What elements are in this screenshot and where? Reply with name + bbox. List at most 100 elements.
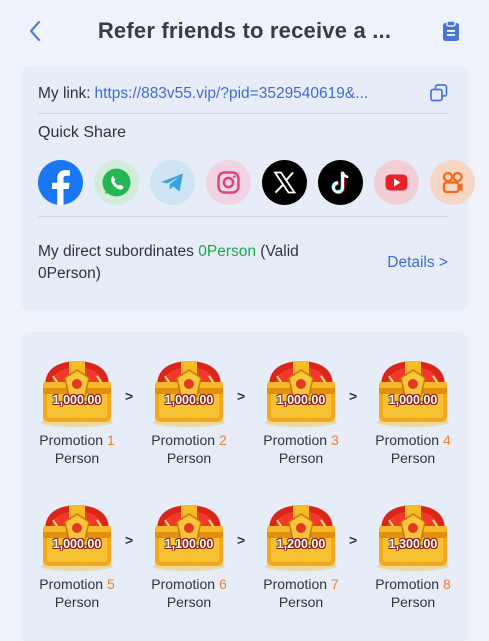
treasure-chest: 1,300.00 — [371, 500, 455, 572]
clipboard-icon — [443, 20, 459, 41]
reward-amount: 1,300.00 — [388, 537, 438, 551]
promotion-unit: Person — [166, 594, 212, 610]
promotion-text: Promotion — [151, 432, 216, 448]
promotion-rewards-card: 1,000.00 Promotion 1 Person 1,000.00 Pro… — [21, 332, 468, 641]
promotion-number: 3 — [330, 432, 339, 448]
treasure-chest: 1,100.00 — [147, 500, 231, 572]
reward-amount: 1,200.00 — [276, 537, 326, 551]
promotion-unit: Person — [390, 594, 436, 610]
promotion-unit: Person — [54, 450, 100, 466]
reward-amount: 1,100.00 — [164, 537, 214, 551]
promotion-item: 1,000.00 Promotion 1 Person — [27, 356, 127, 467]
reward-amount: 1,000.00 — [388, 393, 438, 407]
promotion-item: 1,000.00 Promotion 5 Person — [27, 500, 127, 611]
promotion-unit: Person — [54, 594, 100, 610]
promotion-text: Promotion — [151, 576, 216, 592]
promotion-item: 1,000.00 Promotion 4 Person — [363, 356, 463, 467]
treasure-chest-icon — [377, 505, 449, 571]
reward-amount: 1,000.00 — [276, 393, 326, 407]
next-arrow: > — [125, 388, 134, 404]
next-arrow: > — [237, 532, 246, 548]
subordinates-row: My direct subordinates 0Person (Valid 0P… — [38, 241, 448, 289]
x-icon[interactable] — [262, 160, 307, 205]
promotion-number: 7 — [330, 576, 339, 592]
youtube-icon[interactable] — [374, 160, 419, 205]
promotion-unit: Person — [390, 450, 436, 466]
next-arrow: > — [349, 532, 358, 548]
page-title: Refer friends to receive a ... — [97, 18, 392, 43]
promotion-number: 8 — [442, 576, 451, 592]
promotion-label: Promotion 7 Person — [251, 575, 351, 611]
promotion-label: Promotion 2 Person — [139, 431, 239, 467]
quick-share-title: Quick Share — [38, 124, 127, 141]
promotion-unit: Person — [278, 594, 324, 610]
subordinates-count: 0Person — [198, 243, 256, 260]
whatsapp-icon[interactable] — [94, 160, 139, 205]
promotion-text: Promotion — [263, 576, 328, 592]
treasure-chest: 1,000.00 — [35, 500, 119, 572]
promotion-item: 1,000.00 Promotion 2 Person — [139, 356, 239, 467]
next-arrow: > — [349, 388, 358, 404]
subordinates-label: My direct subordinates — [38, 243, 199, 260]
my-link-label: My link: — [38, 85, 91, 102]
instagram-icon[interactable] — [206, 160, 251, 205]
promotion-text: Promotion — [39, 432, 104, 448]
chevron-left-icon — [29, 20, 41, 42]
promotion-item: 1,300.00 Promotion 8 Person — [363, 500, 463, 611]
divider — [38, 216, 448, 217]
treasure-chest: 1,000.00 — [371, 356, 455, 428]
back-button[interactable] — [22, 18, 48, 44]
quick-share-icons — [38, 160, 475, 206]
facebook-icon[interactable] — [38, 160, 83, 205]
promotion-label: Promotion 5 Person — [27, 575, 127, 611]
promotion-item: 1,000.00 Promotion 3 Person — [251, 356, 351, 467]
promotion-label: Promotion 1 Person — [27, 431, 127, 467]
promotion-text: Promotion — [375, 432, 440, 448]
promotion-label: Promotion 6 Person — [139, 575, 239, 611]
telegram-icon[interactable] — [150, 160, 195, 205]
promotion-text: Promotion — [263, 432, 328, 448]
copy-icon — [430, 84, 448, 102]
treasure-chest-icon — [265, 361, 337, 427]
my-link-url[interactable]: https://883v55.vip/?pid=3529540619&... — [95, 85, 369, 103]
treasure-chest-icon — [41, 361, 113, 427]
treasure-chest: 1,000.00 — [35, 356, 119, 428]
share-card: My link: https://883v55.vip/?pid=3529540… — [21, 66, 475, 311]
treasure-chest: 1,000.00 — [259, 356, 343, 428]
treasure-chest-icon — [377, 361, 449, 427]
promotion-label: Promotion 3 Person — [251, 431, 351, 467]
promotion-number: 4 — [442, 432, 451, 448]
my-link-row: My link: https://883v55.vip/?pid=3529540… — [38, 76, 450, 112]
divider — [38, 113, 448, 114]
reward-amount: 1,000.00 — [164, 393, 214, 407]
next-arrow: > — [125, 532, 134, 548]
top-bar: Refer friends to receive a ... — [0, 0, 489, 62]
promotion-number: 5 — [106, 576, 115, 592]
details-link[interactable]: Details > — [387, 254, 448, 272]
clipboard-button[interactable] — [439, 18, 463, 44]
treasure-chest-icon — [265, 505, 337, 571]
promotion-text: Promotion — [39, 576, 104, 592]
promotion-label: Promotion 4 Person — [363, 431, 463, 467]
treasure-chest-icon — [153, 505, 225, 571]
promotion-item: 1,100.00 Promotion 6 Person — [139, 500, 239, 611]
promotion-unit: Person — [278, 450, 324, 466]
promotion-number: 2 — [218, 432, 227, 448]
promotion-number: 1 — [106, 432, 115, 448]
promotion-label: Promotion 8 Person — [363, 575, 463, 611]
treasure-chest: 1,000.00 — [147, 356, 231, 428]
reward-amount: 1,000.00 — [52, 537, 102, 551]
subordinates-text: My direct subordinates 0Person (Valid 0P… — [38, 241, 338, 285]
promotion-unit: Person — [166, 450, 212, 466]
treasure-chest: 1,200.00 — [259, 500, 343, 572]
kwai-icon[interactable] — [430, 160, 475, 205]
treasure-chest-icon — [153, 361, 225, 427]
copy-link-button[interactable] — [430, 84, 450, 104]
reward-amount: 1,000.00 — [52, 393, 102, 407]
promotion-number: 6 — [218, 576, 227, 592]
tiktok-icon[interactable] — [318, 160, 363, 205]
next-arrow: > — [237, 388, 246, 404]
promotion-item: 1,200.00 Promotion 7 Person — [251, 500, 351, 611]
treasure-chest-icon — [41, 505, 113, 571]
promotion-text: Promotion — [375, 576, 440, 592]
